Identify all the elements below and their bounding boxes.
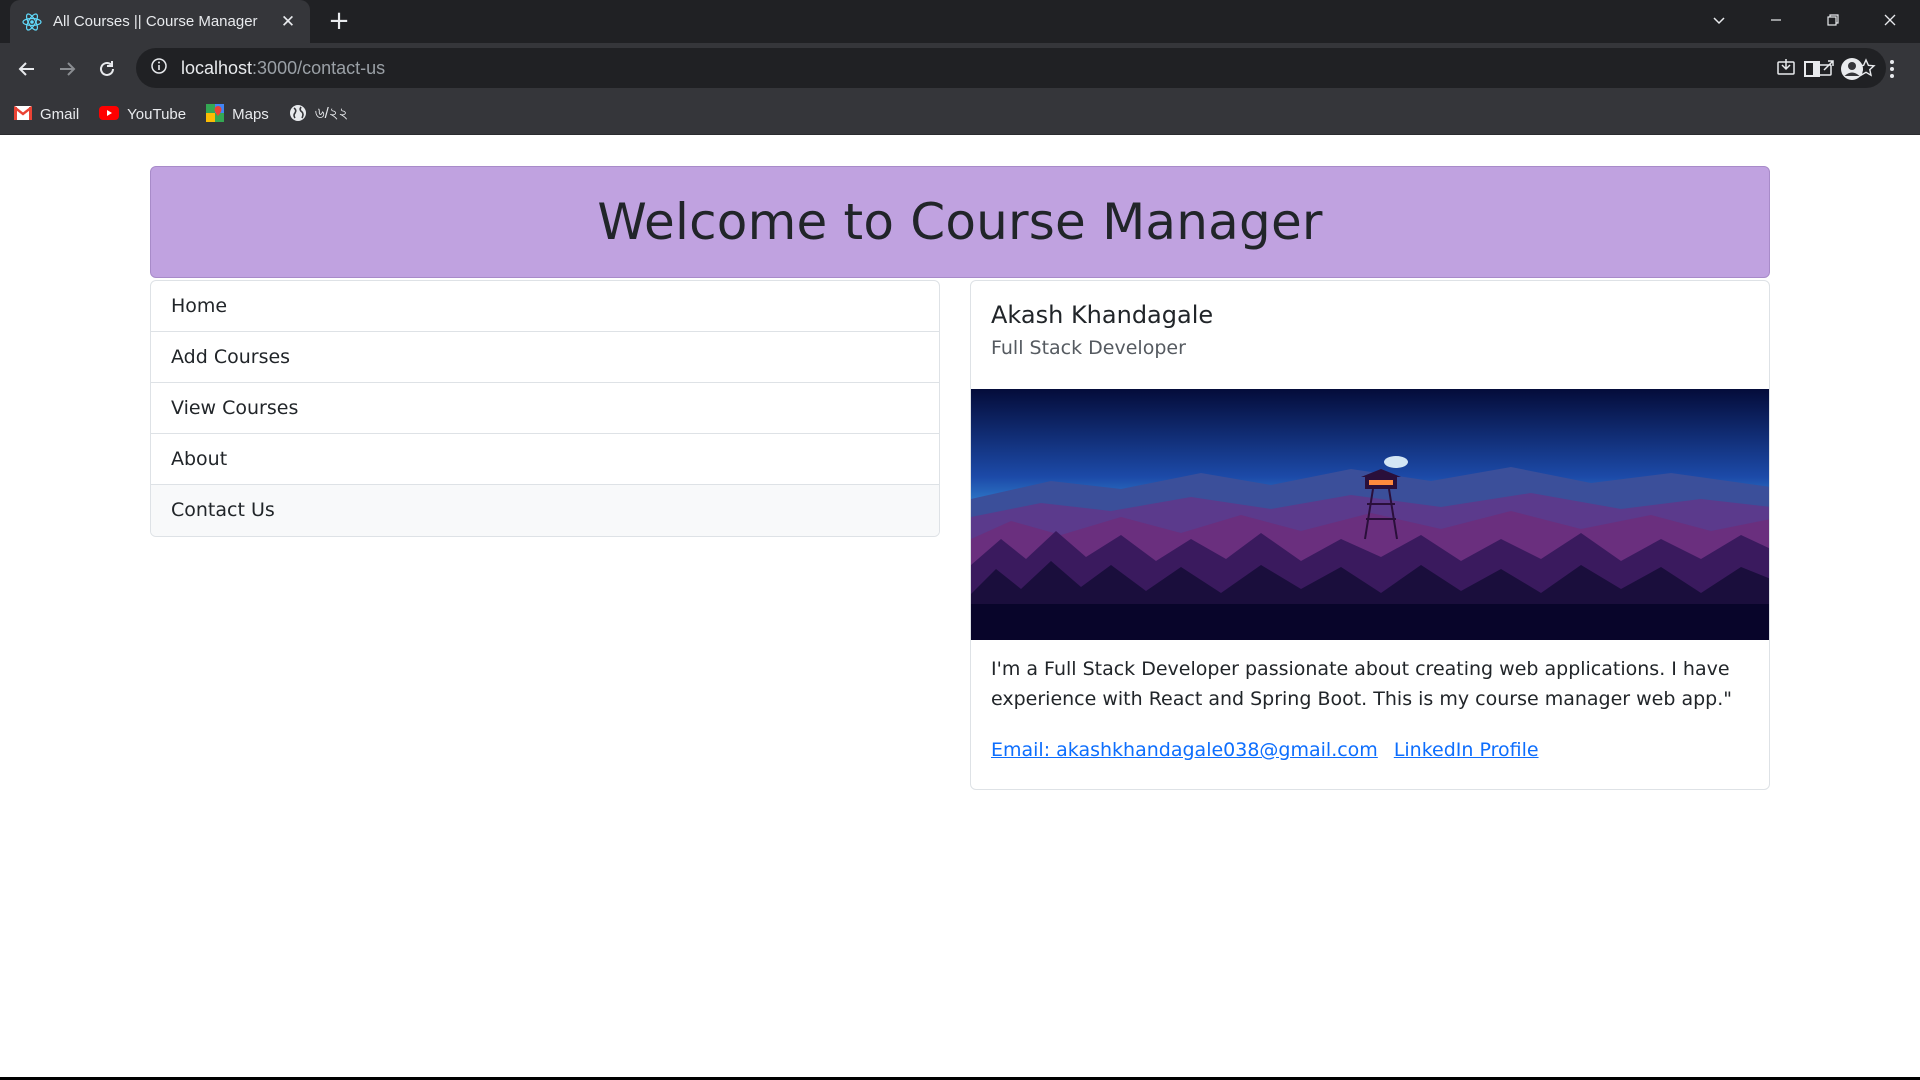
browser-tab[interactable]: All Courses || Course Manager ✕	[10, 0, 310, 43]
browser-toolbar: localhost:3000/contact-us	[0, 43, 1920, 95]
info-icon[interactable]	[150, 57, 168, 79]
new-tab-button[interactable]: +	[323, 6, 355, 38]
reload-icon[interactable]	[91, 53, 123, 85]
tab-search-icon[interactable]	[1691, 0, 1747, 40]
contact-card: Akash Khandagale Full Stack Developer I'…	[970, 280, 1770, 790]
maps-icon	[206, 103, 225, 126]
menu-item-about[interactable]: About	[151, 434, 939, 485]
header-banner: Welcome to Course Manager	[150, 166, 1770, 278]
email-link[interactable]: Email: akashkhandagale038@gmail.com	[991, 739, 1378, 761]
profile-bio: I'm a Full Stack Developer passionate ab…	[991, 658, 1732, 710]
restore-button[interactable]	[1805, 0, 1861, 40]
bookmark-maps[interactable]: Maps	[206, 103, 269, 126]
close-window-button[interactable]	[1862, 0, 1918, 40]
page-title: Welcome to Course Manager	[597, 193, 1323, 251]
profile-role: Full Stack Developer	[991, 337, 1186, 359]
gmail-icon	[13, 105, 33, 124]
card-header: Akash Khandagale Full Stack Developer	[971, 281, 1769, 391]
profile-name: Akash Khandagale	[991, 301, 1214, 329]
kebab-menu-icon[interactable]	[1876, 53, 1908, 85]
page-viewport: Welcome to Course Manager Home Add Cours…	[0, 135, 1920, 1080]
menu-item-add-courses[interactable]: Add Courses	[151, 332, 939, 383]
side-panel-icon[interactable]	[1796, 53, 1828, 85]
back-icon[interactable]	[11, 53, 43, 85]
tab-title: All Courses || Course Manager	[53, 13, 258, 30]
contact-links: Email: akashkhandagale038@gmail.com Linke…	[991, 739, 1539, 761]
forward-icon[interactable]	[51, 53, 83, 85]
youtube-icon	[99, 105, 120, 124]
menu-item-view-courses[interactable]: View Courses	[151, 383, 939, 434]
linkedin-link[interactable]: LinkedIn Profile	[1394, 739, 1539, 761]
browser-tab-strip: All Courses || Course Manager ✕ +	[0, 0, 1920, 43]
globe-icon	[289, 104, 307, 126]
bookmark-globe[interactable]: ৬/২২	[289, 102, 348, 127]
bookmark-youtube[interactable]: YouTube	[99, 105, 186, 124]
profile-avatar-icon[interactable]	[1836, 53, 1868, 85]
address-bar[interactable]: localhost:3000/contact-us	[136, 48, 1886, 88]
sidebar-menu: Home Add Courses View Courses About Cont…	[150, 280, 940, 537]
tab-close-icon[interactable]: ✕	[278, 12, 298, 32]
url-text: localhost:3000/contact-us	[181, 57, 386, 78]
bookmarks-bar: Gmail YouTube Maps ৬/২২	[0, 95, 1920, 135]
bookmark-gmail[interactable]: Gmail	[13, 105, 79, 124]
menu-item-contact-us[interactable]: Contact Us	[151, 485, 939, 536]
menu-item-home[interactable]: Home	[151, 281, 939, 332]
minimize-button[interactable]	[1748, 0, 1804, 40]
landscape-banner-image	[971, 389, 1769, 640]
react-icon	[22, 12, 42, 32]
